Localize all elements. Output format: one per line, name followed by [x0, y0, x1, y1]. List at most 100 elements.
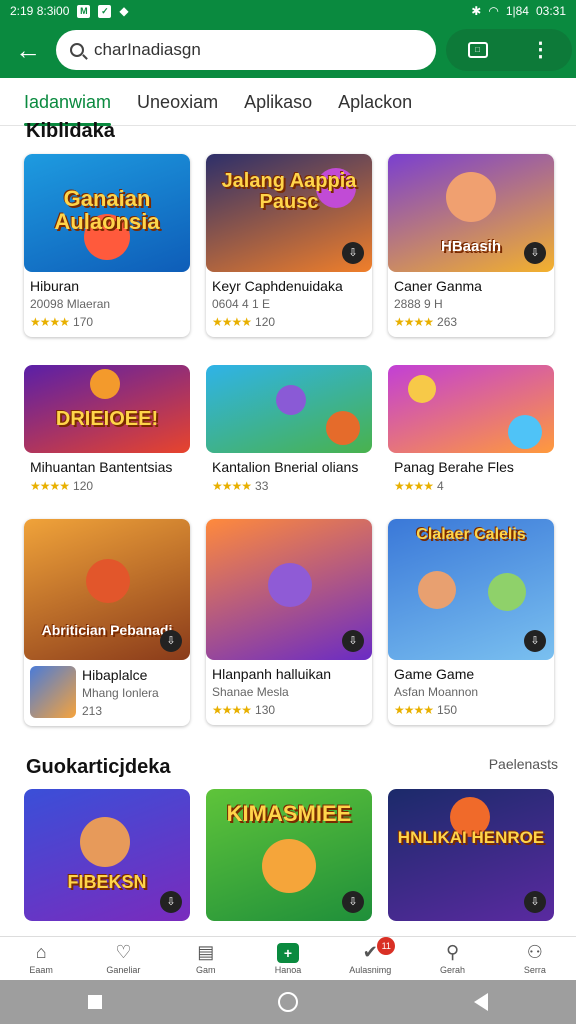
- download-badge-icon[interactable]: ⇩: [342, 630, 364, 652]
- app-card[interactable]: Abritician Pebanadi ⇩ Hibaplalce Mhang I…: [24, 519, 190, 726]
- rating-stars: ★★★★: [212, 479, 252, 493]
- app-subtitle: 0604 4 1 E: [212, 297, 271, 311]
- app-card[interactable]: HNLIKAI HENROE ⇩: [388, 789, 554, 921]
- nav-games[interactable]: ▤ Gam: [171, 942, 241, 975]
- app-title: Hlanpanh halluikan: [212, 666, 332, 682]
- app-artwork: Clalaer Calelis ⇩: [388, 519, 554, 660]
- back-arrow-icon[interactable]: ←: [0, 22, 56, 78]
- tab-3[interactable]: Aplackon: [338, 78, 412, 126]
- tab-1[interactable]: Uneoxiam: [137, 78, 218, 126]
- app-rating: ★★★★ 4: [394, 479, 548, 493]
- app-bar-actions: □ ⋮: [446, 29, 572, 71]
- app-artwork: KIMASMIEE ⇩: [206, 789, 372, 921]
- app-thumbnail: [30, 666, 76, 718]
- heart-icon: ♡: [115, 942, 132, 962]
- rating-count: 170: [73, 315, 94, 329]
- app-rating: ★★★★ 150: [394, 703, 548, 717]
- notification-icon: M: [77, 4, 91, 18]
- back-icon[interactable]: [474, 993, 488, 1011]
- app-subtitle: Mhang Ionlera: [82, 685, 159, 700]
- download-badge-icon[interactable]: ⇩: [160, 630, 182, 652]
- nav-account[interactable]: ⚇ Serra: [500, 942, 570, 975]
- bluetooth-icon: ✱: [471, 4, 482, 18]
- artwork-title: Ganaian Aulaonsia: [54, 186, 160, 235]
- nav-updates[interactable]: ✔ 11 Aulasnimg: [335, 936, 405, 975]
- app-card[interactable]: Ganaian Aulaonsia Hiburan 20098 Mlaeran …: [24, 154, 190, 337]
- rating-count: 120: [255, 315, 276, 329]
- app-card[interactable]: KIMASMIEE ⇩: [206, 789, 372, 921]
- search-bar[interactable]: charInadiasgn: [56, 30, 436, 70]
- artwork-title: DRIEIOEE!: [55, 408, 159, 430]
- app-title: Kantalion Bnerial olians: [212, 459, 359, 475]
- tab-0[interactable]: Iadanwiam: [24, 78, 112, 126]
- rating-count: 213: [82, 703, 103, 718]
- nav-home[interactable]: ⌂ Eaam: [6, 942, 76, 975]
- app-artwork: DRIEIOEE!: [24, 365, 190, 453]
- app-card[interactable]: DRIEIOEE! Mihuantan Bantentsias ★★★★ 120: [24, 365, 190, 501]
- rating-stars: ★★★★: [212, 703, 252, 717]
- app-title: Game Game: [394, 666, 475, 682]
- download-badge-icon[interactable]: ⇩: [524, 630, 546, 652]
- nav-label: Gam: [195, 964, 216, 975]
- search-icon: ⚲: [445, 942, 460, 962]
- artwork-title: Clalaer Calelis: [416, 526, 526, 544]
- app-artwork: HNLIKAI HENROE ⇩: [388, 789, 554, 921]
- app-title: Hiburan: [30, 278, 80, 294]
- battery-level: 1|84: [505, 4, 529, 18]
- tab-2[interactable]: Aplikaso: [244, 78, 312, 126]
- app-rating: ★★★★ 120: [30, 479, 184, 493]
- download-badge-icon[interactable]: ⇩: [524, 891, 546, 913]
- app-artwork: [206, 365, 372, 453]
- app-rating: ★★★★ 120: [212, 315, 366, 329]
- app-artwork: ⇩: [206, 519, 372, 660]
- wifi-icon: ◠: [488, 4, 499, 18]
- download-badge-icon[interactable]: ⇩: [524, 242, 546, 264]
- nav-search[interactable]: ⚲ Gerah: [418, 942, 488, 975]
- download-badge-icon[interactable]: ⇩: [342, 891, 364, 913]
- category-tabs: Iadanwiam Uneoxiam Aplikaso Aplackon: [0, 78, 576, 126]
- cast-icon[interactable]: □: [467, 42, 488, 58]
- app-card[interactable]: ⇩ Hlanpanh halluikan Shanae Mesla ★★★★ 13…: [206, 519, 372, 725]
- app-subtitle: 20098 Mlaeran: [30, 297, 111, 311]
- download-badge-icon[interactable]: ⇩: [342, 242, 364, 264]
- app-card[interactable]: Clalaer Calelis ⇩ Game Game Asfan Moanno…: [388, 519, 554, 725]
- app-card[interactable]: Jalang Aappia Pausc ⇩ Keyr Caphdenuidaka…: [206, 154, 372, 337]
- app-title: Hibaplalce: [82, 666, 148, 683]
- app-rating: ★★★★ 130: [212, 703, 366, 717]
- app-artwork: Ganaian Aulaonsia: [24, 154, 190, 272]
- notification-badge: 11: [377, 936, 396, 955]
- app-card[interactable]: HBaasih ⇩ Caner Ganma 2888 9 H ★★★★ 263: [388, 154, 554, 337]
- app-card[interactable]: Panag Berahe Fles ★★★★ 4: [388, 365, 554, 501]
- nav-apps[interactable]: + Hanoa: [253, 942, 323, 975]
- app-title: Panag Berahe Fles: [394, 459, 514, 475]
- status-time-left: 2:19 8:3i00: [10, 4, 70, 18]
- rating-stars: ★★★★: [394, 703, 434, 717]
- app-artwork: Abritician Pebanadi ⇩: [24, 519, 190, 660]
- home-button-icon[interactable]: [278, 992, 298, 1012]
- search-query[interactable]: charInadiasgn: [94, 40, 201, 60]
- search-icon: [70, 43, 84, 57]
- bottom-navigation: ⌂ Eaam ♡ Ganeliar ▤ Gam + Hanoa ✔ 11 Aul…: [0, 936, 576, 980]
- app-rating: ★★★★ 263: [394, 315, 548, 329]
- app-bar: ← charInadiasgn □ ⋮: [0, 22, 576, 78]
- app-title: Mihuantan Bantentsias: [30, 459, 173, 475]
- more-options-icon[interactable]: ⋮: [531, 40, 551, 60]
- artwork-title: Abritician Pebanadi: [41, 622, 173, 639]
- recents-icon[interactable]: [88, 995, 102, 1009]
- nav-label: Aulasnimg: [349, 964, 392, 975]
- app-rating: ★★★★ 33: [212, 479, 366, 493]
- person-icon: ⚇: [526, 942, 543, 962]
- nav-label: Eaam: [29, 964, 53, 975]
- rating-count: 120: [73, 479, 94, 493]
- rating-stars: ★★★★: [394, 315, 434, 329]
- artwork-title: KIMASMIEE: [226, 801, 352, 827]
- nav-favorites[interactable]: ♡ Ganeliar: [88, 942, 158, 975]
- system-navigation: [0, 980, 576, 1024]
- app-artwork: HBaasih ⇩: [388, 154, 554, 272]
- app-title: Caner Ganma: [394, 278, 482, 294]
- download-badge-icon[interactable]: ⇩: [160, 891, 182, 913]
- section-title: Guokarticjdeka: [26, 756, 171, 778]
- see-all-link[interactable]: Paelenasts: [489, 756, 558, 772]
- app-card[interactable]: FIBEKSN ⇩: [24, 789, 190, 921]
- app-card[interactable]: Kantalion Bnerial olians ★★★★ 33: [206, 365, 372, 501]
